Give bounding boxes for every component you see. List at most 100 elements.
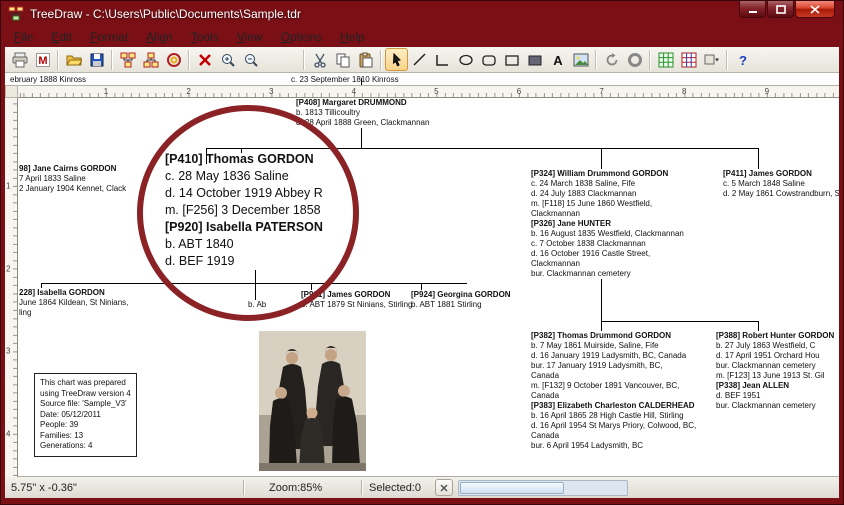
- toolbar-separator: [380, 50, 382, 70]
- ruler-corner: [5, 85, 18, 98]
- color-picker-button[interactable]: [700, 48, 723, 71]
- info-box-line: People: 39: [40, 420, 131, 431]
- rotate-icon: [604, 52, 620, 68]
- chart-canvas[interactable]: This chart was preparedusing TreeDraw ve…: [5, 73, 839, 477]
- scrollbar-thumb[interactable]: [460, 482, 564, 494]
- filled-rect-button[interactable]: [523, 48, 546, 71]
- person-line: b. 7 May 1861 Muirside, Saline, Fife: [531, 341, 696, 351]
- toolbar-separator: [188, 50, 190, 70]
- person-line: b. 1813 Tillicoultry: [296, 108, 429, 118]
- open-button[interactable]: [62, 48, 85, 71]
- menu-help[interactable]: Help: [331, 28, 374, 46]
- person-line: [P924] Georgina GORDON: [411, 290, 511, 300]
- person-box-robert-hunter-gordon-388[interactable]: [P388] Robert Hunter GORDONb. 27 July 18…: [716, 331, 834, 411]
- person-line: bur. 17 January 1919 Ladysmith, BC,: [531, 361, 696, 371]
- toolbar-separator: [595, 50, 597, 70]
- paste-button[interactable]: [354, 48, 377, 71]
- person-line: d. 16 January 1919 Ladysmith, BC, Canada: [531, 351, 696, 361]
- status-close-button[interactable]: [435, 479, 453, 496]
- help-button[interactable]: ?: [731, 48, 754, 71]
- menu-view[interactable]: View: [228, 28, 272, 46]
- person-line: d. 16 April 1954 St Marys Priory, Colwoo…: [531, 421, 696, 431]
- person-line: c. 5 March 1848 Saline: [723, 179, 839, 189]
- person-line: [P411] James GORDON: [723, 169, 839, 179]
- person-line: d. 16 October 1916 Castle Street,: [531, 249, 684, 259]
- toolbar-separator: [57, 50, 59, 70]
- person-box-thomas-drummond-gordon-382[interactable]: [P382] Thomas Drummond GORDONb. 7 May 18…: [531, 331, 696, 451]
- horizontal-scrollbar[interactable]: [458, 480, 628, 496]
- circular-chart-button[interactable]: [162, 48, 185, 71]
- donut-button[interactable]: [623, 48, 646, 71]
- chart-info-box[interactable]: This chart was preparedusing TreeDraw ve…: [34, 373, 137, 457]
- copy-button[interactable]: [331, 48, 354, 71]
- rotate-button[interactable]: [600, 48, 623, 71]
- person-line: June 1864 Kildean, St Ninians,: [19, 298, 128, 308]
- person-box-georgina-gordon-924[interactable]: [P924] Georgina GORDONb. ABT 1881 Stirli…: [411, 290, 511, 310]
- cut-icon: [312, 52, 328, 68]
- ancestor-chart-icon: [143, 52, 159, 68]
- person-box-james-gordon-411[interactable]: [P411] James GORDONc. 5 March 1848 Salin…: [723, 169, 839, 199]
- line-button[interactable]: [408, 48, 431, 71]
- person-line: [P324] William Drummond GORDON: [531, 169, 684, 179]
- menu-options[interactable]: Options: [272, 28, 331, 46]
- person-line: bur. 6 April 1954 Ladysmith, BC: [531, 441, 696, 451]
- person-box-margaret-drummond-408[interactable]: [P408] Margaret DRUMMONDb. 1813 Tillicou…: [296, 98, 429, 128]
- person-line: b. ABT 1881 Stirling: [411, 300, 511, 310]
- person-line: Clackmannan: [531, 259, 684, 269]
- person-line: [P388] Robert Hunter GORDON: [716, 331, 834, 341]
- treedraw-window: TreeDraw - C:\Users\Public\Documents\Sam…: [0, 0, 844, 505]
- toolbar-separator: [111, 50, 113, 70]
- text-button[interactable]: A: [546, 48, 569, 71]
- app-icon: [8, 6, 24, 22]
- person-box-william-drummond-gordon-324[interactable]: [P324] William Drummond GORDONc. 24 Marc…: [531, 169, 684, 279]
- menu-edit[interactable]: Edit: [42, 28, 81, 46]
- delete-button[interactable]: [193, 48, 216, 71]
- close-button[interactable]: [795, 1, 835, 18]
- select-button[interactable]: [385, 48, 408, 71]
- vruler-number: 3: [6, 347, 10, 356]
- zoom-out-button[interactable]: [239, 48, 262, 71]
- cut-button[interactable]: [308, 48, 331, 71]
- person-box-jane-cairns-gordon[interactable]: 98] Jane Cairns GORDON7 April 1833 Salin…: [19, 164, 126, 194]
- chart-grid-button[interactable]: [677, 48, 700, 71]
- person-line: 2 January 1904 Kennet, Clack: [19, 184, 126, 194]
- person-line: b. 27 July 1863 Westfield, C: [716, 341, 834, 351]
- grid-button[interactable]: [654, 48, 677, 71]
- ancestor-chart-button[interactable]: [139, 48, 162, 71]
- picture-button[interactable]: [569, 48, 592, 71]
- rounded-rect-icon: [481, 52, 497, 68]
- person-line: Canada: [531, 431, 696, 441]
- person-line: bur. Clackmannan cemetery: [716, 361, 834, 371]
- descendant-chart-button[interactable]: [116, 48, 139, 71]
- ortho-line-button[interactable]: [431, 48, 454, 71]
- toolbar-separator: [303, 50, 305, 70]
- rectangle-button[interactable]: [500, 48, 523, 71]
- rounded-rect-button[interactable]: [477, 48, 500, 71]
- zoom-in-button[interactable]: [216, 48, 239, 71]
- print-button[interactable]: [8, 48, 31, 71]
- menu-tools[interactable]: Tools: [182, 28, 228, 46]
- title-bar[interactable]: TreeDraw - C:\Users\Public\Documents\Sam…: [1, 1, 843, 27]
- ellipse-icon: [458, 52, 474, 68]
- open-icon: [66, 52, 82, 68]
- person-line: [P338] Jean ALLEN: [716, 381, 834, 391]
- highlight-ellipse[interactable]: [137, 105, 359, 321]
- person-box-isabella-gordon-228[interactable]: 228] Isabella GORDONJune 1864 Kildean, S…: [19, 288, 128, 318]
- ellipse-button[interactable]: [454, 48, 477, 71]
- menu-align[interactable]: Align: [137, 28, 182, 46]
- hruler-number: 8: [682, 87, 686, 96]
- person-line: [P382] Thomas Drummond GORDON: [531, 331, 696, 341]
- info-box-line: Source file: 'Sample_V3': [40, 399, 131, 410]
- save-button[interactable]: [85, 48, 108, 71]
- person-line: c. 7 October 1838 Clackmannan: [531, 239, 684, 249]
- minimize-button[interactable]: [739, 1, 766, 18]
- family-photo[interactable]: [259, 331, 366, 476]
- menu-file[interactable]: File: [5, 28, 42, 46]
- person-line: b. 16 April 1865 28 High Castle Hill, St…: [531, 411, 696, 421]
- menu-format[interactable]: Format: [81, 28, 137, 46]
- maximize-button[interactable]: [767, 1, 794, 18]
- metafile-button[interactable]: M: [31, 48, 54, 71]
- filled-rect-icon: [527, 52, 543, 68]
- descendant-chart-icon: [120, 52, 136, 68]
- chart-text-fragment: ebruary 1888 Kinross: [10, 75, 86, 85]
